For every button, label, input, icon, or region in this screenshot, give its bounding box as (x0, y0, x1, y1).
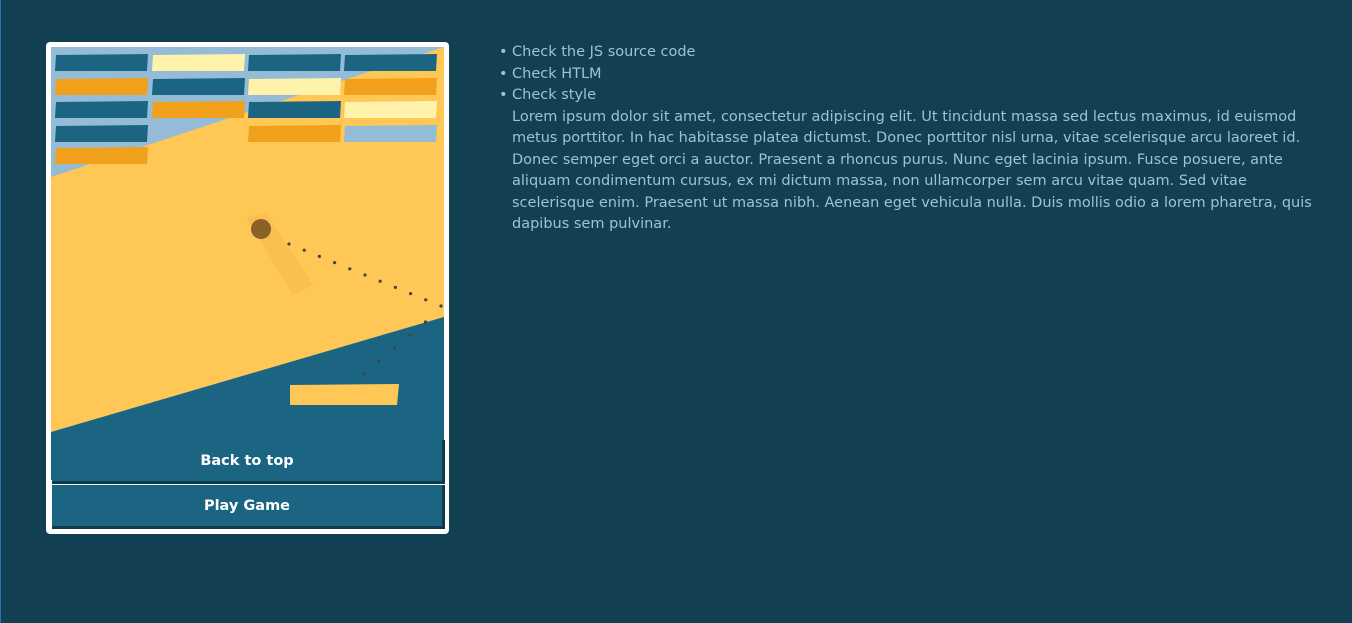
page: Back to top Play Game • Check the JS sou… (0, 0, 1352, 623)
aim-dot (317, 254, 321, 258)
brick (55, 101, 148, 118)
ball (251, 219, 271, 239)
aim-dot (302, 248, 306, 252)
aim-dot (348, 267, 352, 271)
paddle[interactable] (290, 384, 399, 405)
aim-dot (409, 292, 413, 296)
aim-dot (393, 285, 397, 289)
aim-dot (361, 372, 366, 376)
brick (344, 78, 437, 95)
brick (152, 78, 245, 95)
bullet-icon: • (499, 87, 508, 103)
lorem-paragraph: Lorem ipsum dolor sit amet, consectetur … (512, 108, 1312, 233)
list-item: • Check style (497, 85, 1317, 107)
back-to-top-button[interactable]: Back to top (52, 440, 445, 484)
play-game-button[interactable]: Play Game (52, 485, 445, 529)
aim-dot (423, 320, 428, 324)
brick (55, 54, 148, 71)
aim-dot (377, 359, 381, 363)
bullet-icon: • (499, 65, 508, 82)
brick (344, 101, 437, 118)
check-js-source-link[interactable]: Check the JS source code (512, 44, 695, 60)
brick (344, 125, 437, 142)
aim-dot (439, 304, 443, 308)
info-panel: • Check the JS source code • Check HTLM … (497, 42, 1317, 236)
list-item: • Check the JS source code (497, 42, 1317, 64)
brick (152, 101, 245, 118)
aim-dot (408, 333, 412, 337)
game-canvas[interactable] (51, 47, 444, 480)
bullet-icon: • (499, 44, 508, 60)
brick (152, 54, 245, 71)
check-list: • Check the JS source code • Check HTLM … (497, 42, 1317, 107)
aim-dot (287, 242, 291, 246)
brick (55, 147, 148, 164)
check-html-link[interactable]: Check HTLM (512, 66, 602, 82)
brick (344, 54, 437, 71)
brick (248, 125, 341, 142)
aim-dot (333, 261, 337, 265)
brick (248, 101, 341, 118)
aim-dot (378, 279, 382, 283)
brick (248, 78, 341, 95)
brick (55, 78, 148, 95)
aim-dot (424, 298, 428, 302)
list-item: • Check HTLM (497, 64, 1317, 86)
game-card: Back to top Play Game (46, 42, 449, 534)
check-style-link[interactable]: Check style (512, 87, 596, 103)
brick (248, 54, 341, 71)
aim-dot (363, 273, 367, 277)
brick (55, 125, 148, 142)
aim-dot (392, 346, 397, 350)
